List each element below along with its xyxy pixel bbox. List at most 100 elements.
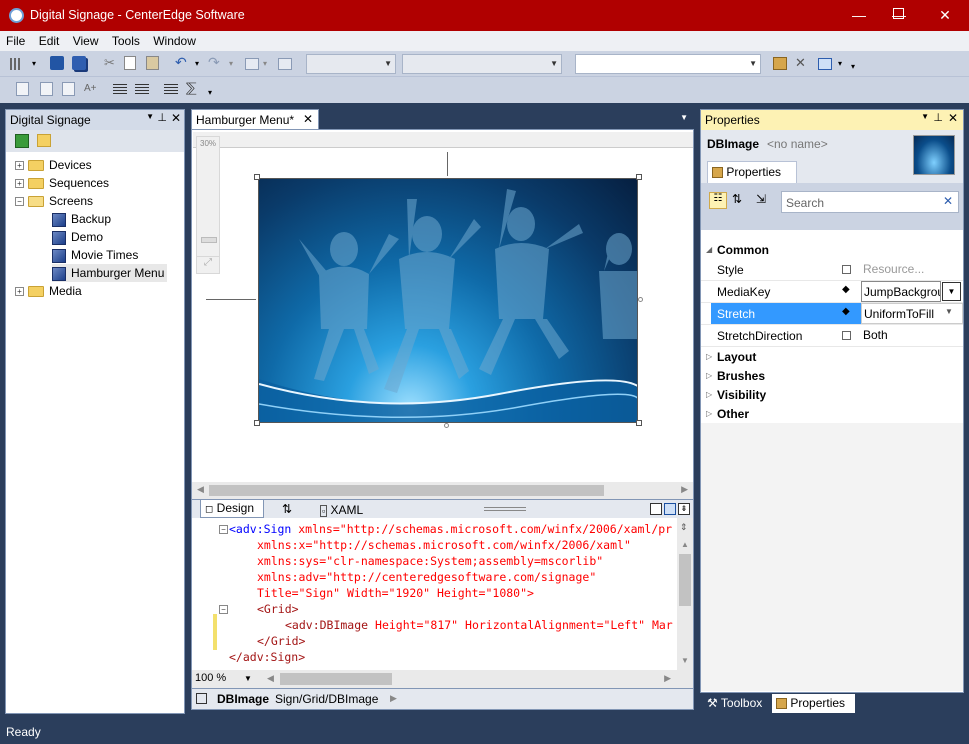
expand-icon[interactable]: + (15, 179, 24, 189)
property-set-marker-icon[interactable]: ◆ (842, 284, 850, 295)
expand-triangle-icon[interactable]: ▷ (706, 371, 712, 380)
tab-properties[interactable]: Properties (707, 161, 797, 183)
breadcrumb-path[interactable]: Sign/Grid/DBImage (275, 692, 378, 706)
tree-item-screens[interactable]: − Screens (15, 192, 93, 210)
object-name[interactable]: <no name> (767, 137, 828, 151)
events-icon[interactable]: ⇲ (756, 192, 766, 206)
zoom-slider[interactable]: 30% (196, 136, 220, 262)
panel-menu-chevron-icon[interactable]: ▼ (146, 112, 154, 121)
vertical-split-icon[interactable] (650, 503, 662, 515)
expand-triangle-icon[interactable]: ▷ (706, 409, 712, 418)
refresh-icon[interactable] (15, 134, 29, 148)
expand-triangle-icon[interactable]: ▷ (706, 352, 712, 361)
tree-item-backup[interactable]: Backup (52, 210, 111, 228)
category-visibility[interactable]: ▷ Visibility (701, 385, 963, 404)
navigate-dropdown-chevron-icon[interactable]: ▾ (263, 59, 279, 75)
document-outline-icon[interactable] (196, 693, 207, 704)
tab-hamburger-menu[interactable]: Hamburger Menu* ✕ (191, 109, 319, 129)
new-dropdown-chevron-icon[interactable]: ▾ (32, 59, 48, 75)
category-layout[interactable]: ▷ Layout (701, 347, 963, 366)
publish-icon[interactable] (278, 58, 292, 70)
expand-icon[interactable]: + (15, 161, 24, 171)
toolbar-overflow-icon[interactable]: ▾ (851, 62, 867, 78)
resize-handle-b[interactable] (444, 423, 449, 428)
maximize-button-glyph[interactable] (893, 8, 904, 19)
tab-xaml[interactable]: ▫ XAML (316, 502, 376, 518)
menu-view[interactable]: View (69, 31, 103, 48)
preview-icon[interactable] (818, 58, 832, 70)
tree-item-movie-times[interactable]: Movie Times (52, 246, 138, 264)
property-row-style[interactable]: Style Resource... (701, 259, 963, 281)
collapse-icon[interactable]: − (15, 197, 24, 207)
h-scroll-left-icon[interactable]: ◀ (267, 673, 274, 684)
undo-icon[interactable]: ↶ (175, 54, 191, 70)
alphabetical-sort-icon[interactable]: ⇅ (732, 192, 742, 206)
collapse-triangle-icon[interactable]: ◢ (706, 245, 712, 254)
breadcrumb-element[interactable]: DBImage (217, 692, 269, 706)
tree-item-demo[interactable]: Demo (52, 228, 103, 246)
panel-close-icon[interactable]: ✕ (171, 111, 181, 125)
category-common[interactable]: ◢ Common (701, 240, 963, 259)
properties-window-icon[interactable] (773, 57, 787, 70)
resize-handle-tl[interactable] (254, 174, 260, 180)
comment-icon[interactable] (164, 84, 178, 96)
v-scroll-thumb[interactable] (679, 554, 691, 606)
scroll-thumb[interactable] (209, 485, 604, 496)
splitter-grip[interactable] (484, 507, 526, 511)
new-folder-icon[interactable] (37, 134, 51, 147)
expand-triangle-icon[interactable]: ▷ (706, 390, 712, 399)
resize-handle-bl[interactable] (254, 420, 260, 426)
menu-file[interactable]: File (2, 31, 29, 48)
property-set-marker-icon[interactable]: ◆ (842, 306, 850, 317)
tools-icon[interactable]: ✕ (795, 55, 811, 71)
properties-close-icon[interactable]: ✕ (948, 111, 958, 125)
dbimage-element[interactable] (258, 178, 638, 423)
redo-icon[interactable]: ↷ (208, 54, 224, 70)
menu-edit[interactable]: Edit (35, 31, 64, 48)
property-row-stretchdirection[interactable]: StretchDirection Both (701, 325, 963, 347)
zoom-dropdown-icon[interactable]: ▼ (244, 674, 252, 683)
categorized-view-icon[interactable]: ☷ (709, 192, 727, 209)
fold-icon[interactable]: − (219, 525, 228, 534)
cut-icon[interactable]: ✂ (104, 55, 120, 71)
tab-design[interactable]: ◻ Design (200, 500, 264, 518)
horizontal-split-icon[interactable] (664, 503, 676, 515)
pin-icon[interactable]: ⊥ (157, 111, 167, 124)
resize-handle-r[interactable] (638, 297, 643, 302)
collapse-pane-icon[interactable]: ⇟ (678, 503, 690, 515)
scroll-left-icon[interactable]: ◀ (197, 484, 204, 495)
category-brushes[interactable]: ▷ Brushes (701, 366, 963, 385)
properties-menu-chevron-icon[interactable]: ▼ (921, 112, 929, 121)
properties-pin-icon[interactable]: ⊥ (933, 111, 943, 124)
zoom-level[interactable]: 100 % (195, 672, 226, 684)
property-row-mediakey[interactable]: MediaKey ◆ JumpBackground ▼ (701, 281, 963, 303)
property-marker-icon[interactable] (842, 265, 851, 274)
style-value[interactable]: Resource... (861, 259, 963, 280)
tab-properties-dock[interactable]: Properties (772, 694, 855, 713)
new-item-icon[interactable] (10, 58, 22, 70)
tab-close-icon[interactable]: ✕ (303, 112, 313, 126)
size-icon[interactable] (62, 82, 75, 96)
clear-search-icon[interactable]: ✕ (943, 194, 953, 208)
category-other[interactable]: ▷ Other (701, 404, 963, 423)
save-all-icon[interactable] (72, 56, 86, 70)
outdent-icon[interactable] (113, 84, 127, 96)
font-size-icon[interactable]: A+ (84, 83, 100, 99)
tab-list-chevron-icon[interactable]: ▼ (680, 113, 688, 122)
xaml-v-scrollbar[interactable]: ⇕ ▲ ▼ (677, 518, 693, 670)
minimize-button-glyph[interactable]: — (852, 7, 866, 23)
breadcrumb-chevron-icon[interactable]: ▶ (390, 693, 397, 704)
align-icon[interactable] (16, 82, 29, 96)
h-scroll-right-icon[interactable]: ▶ (664, 673, 671, 684)
tree-item-hamburger-menu[interactable]: Hamburger Menu (52, 264, 168, 282)
resize-handle-br[interactable] (636, 420, 642, 426)
save-icon[interactable] (50, 56, 64, 70)
swap-panes-icon[interactable]: ⇅ (282, 502, 292, 516)
scroll-up-icon[interactable]: ⇕ (680, 522, 688, 533)
menu-tools[interactable]: Tools (108, 31, 144, 48)
expand-icon[interactable]: + (15, 287, 24, 297)
redo-dropdown-chevron-icon[interactable]: ▾ (229, 59, 245, 75)
resize-handle-tr[interactable] (636, 174, 642, 180)
navigate-icon[interactable] (245, 58, 259, 70)
mediakey-value[interactable]: JumpBackground (861, 281, 941, 302)
